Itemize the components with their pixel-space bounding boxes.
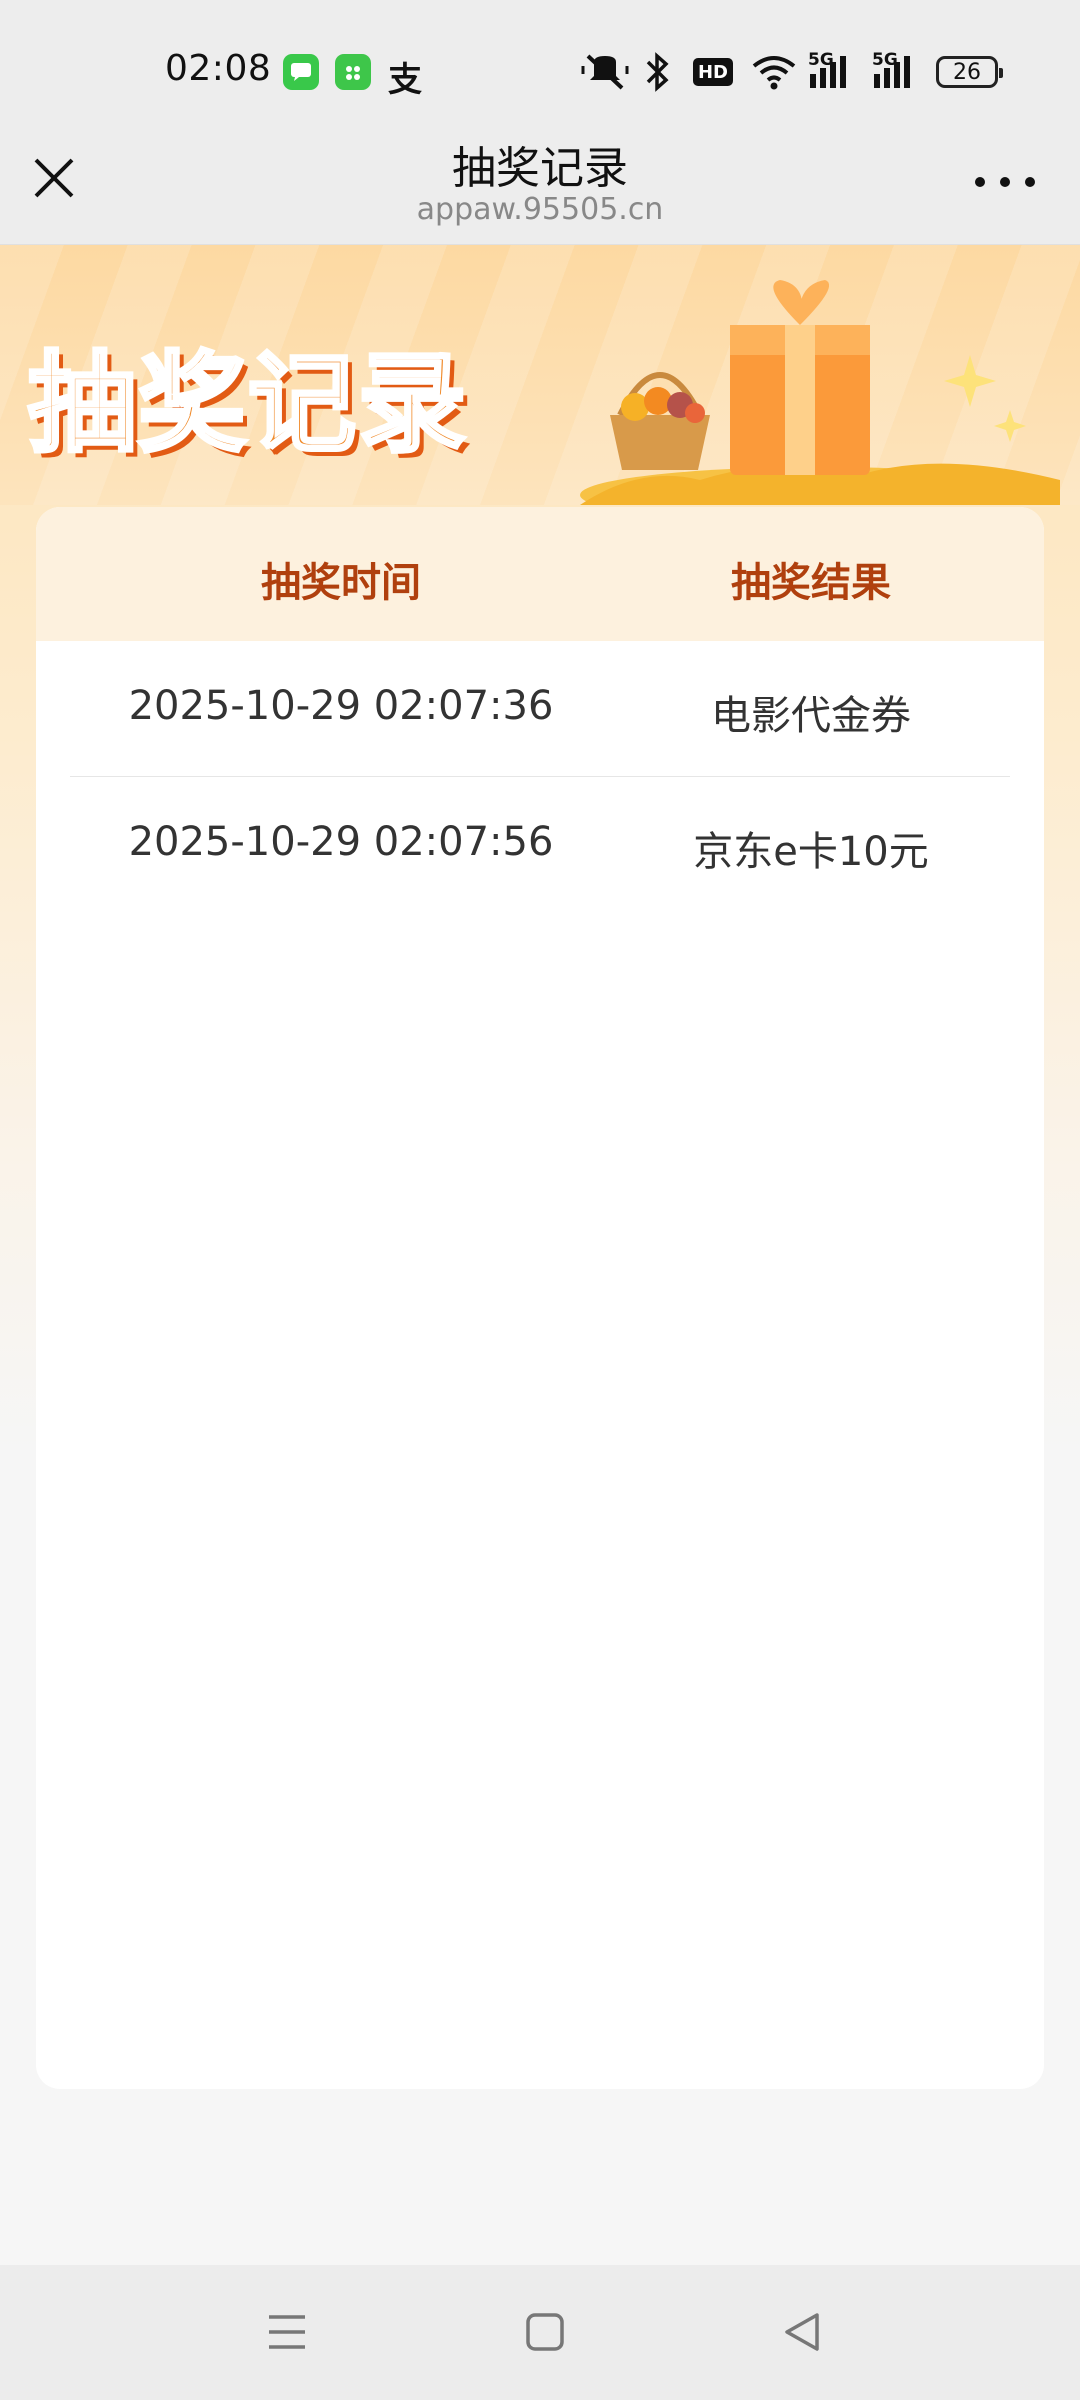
hd-badge: HD (693, 58, 733, 86)
bluetooth-icon (646, 52, 669, 92)
wifi-icon (752, 56, 796, 90)
app-store-icon (335, 54, 371, 90)
battery-icon: 26 (936, 56, 1003, 88)
gift-basket-illustration (580, 280, 1060, 505)
table-header: 抽奖时间 抽奖结果 (36, 507, 1044, 641)
row-result: 电影代金券 (711, 693, 911, 739)
mute-icon (581, 54, 629, 90)
row-time: 2025-10-29 02:07:36 (128, 683, 554, 729)
page-title: 抽奖记录 (452, 143, 628, 194)
signal-icon-2 (874, 56, 910, 88)
record-card: 抽奖时间 抽奖结果 2025-10-29 02:07:36 电影代金券 2025… (36, 507, 1044, 2089)
menu-icon[interactable] (257, 2307, 317, 2357)
table-row: 2025-10-29 02:07:56 京东e卡10元 (70, 777, 1010, 913)
status-time: 02:08 (165, 48, 272, 89)
banner-title: 抽奖记录 (26, 339, 469, 469)
title-bar: 抽奖记录 appaw.95505.cn (0, 140, 1080, 245)
banner: 抽奖记录 (0, 245, 1080, 505)
header-result: 抽奖结果 (731, 560, 891, 606)
back-icon[interactable] (773, 2307, 833, 2357)
status-bar: 02:08 支 HD 5G 5G 26 (0, 0, 1080, 140)
system-nav-bar (0, 2265, 1080, 2400)
messages-app-icon (283, 54, 319, 90)
more-icon[interactable] (975, 170, 1035, 194)
row-time: 2025-10-29 02:07:56 (128, 819, 554, 865)
page-url: appaw.95505.cn (416, 192, 664, 227)
alipay-icon: 支 (388, 60, 422, 100)
signal-icon-1 (810, 56, 846, 88)
page-content: 抽奖记录 抽奖时间 抽奖结果 2025-10-29 02:07:36 电影代金券… (0, 245, 1080, 2265)
row-result: 京东e卡10元 (693, 829, 929, 875)
header-time: 抽奖时间 (261, 560, 421, 606)
home-icon[interactable] (515, 2307, 575, 2357)
table-row: 2025-10-29 02:07:36 电影代金券 (70, 641, 1010, 777)
battery-level: 26 (953, 59, 981, 85)
